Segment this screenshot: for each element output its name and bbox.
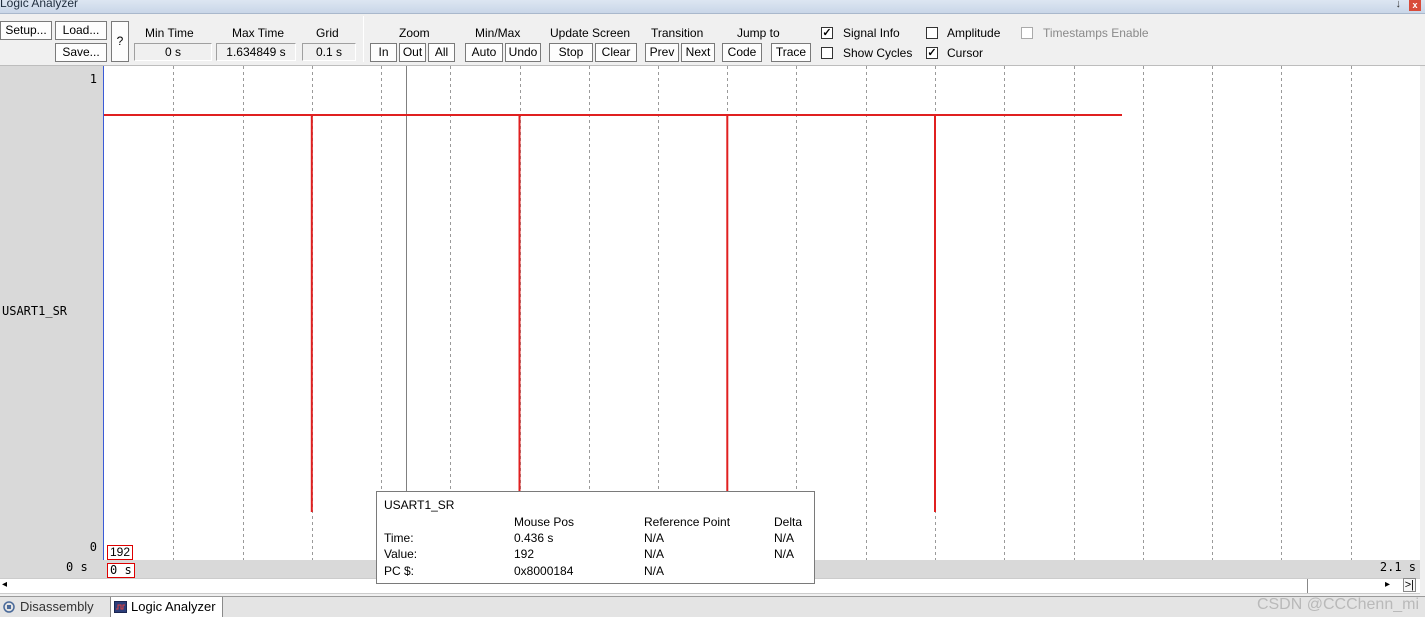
tab-disassembly-label: Disassembly (20, 599, 94, 614)
load-button[interactable]: Load... (55, 21, 107, 40)
tooltip-row-pc: PC $: (384, 564, 415, 578)
window-title: Logic Analyzer (0, 0, 79, 10)
signal-trace (104, 114, 1122, 512)
min-time-value: 0 s (134, 43, 212, 61)
zoom-out-button[interactable]: Out (399, 43, 426, 62)
tooltip-col-ref: Reference Point (644, 515, 731, 529)
jump-code-button[interactable]: Code (722, 43, 762, 62)
setup-button[interactable]: Setup... (0, 21, 52, 40)
tooltip-row-time: Time: (384, 531, 414, 545)
minmax-undo-button[interactable]: Undo (505, 43, 541, 62)
bottom-tab-bar: Disassembly Logic Analyzer (0, 596, 1425, 617)
cursor-checkbox[interactable]: ✓ (926, 47, 938, 59)
tab-logic-analyzer-label: Logic Analyzer (131, 599, 216, 614)
watermark: CSDN @CCChenn_mi (1256, 596, 1419, 613)
show-cycles-label: Show Cycles (843, 46, 913, 60)
update-clear-button[interactable]: Clear (595, 43, 637, 62)
tooltip-mouse-value: 192 (514, 547, 535, 561)
tooltip-signal-name: USART1_SR (384, 498, 455, 512)
disassembly-icon (3, 601, 15, 613)
logic-analyzer-icon (114, 601, 127, 613)
tooltip-ref-time: N/A (644, 531, 665, 545)
transition-label: Transition (651, 26, 704, 40)
min-time-label: Min Time (145, 26, 194, 40)
timestamps-label: Timestamps Enable (1043, 26, 1149, 40)
tooltip-delta-time: N/A (774, 531, 795, 545)
zoom-label: Zoom (399, 26, 430, 40)
help-button[interactable]: ? (111, 21, 129, 62)
transition-next-button[interactable]: Next (681, 43, 715, 62)
tooltip-mouse-pc: 0x8000184 (514, 564, 574, 578)
waveform-canvas[interactable] (104, 66, 1420, 560)
jump-trace-button[interactable]: Trace (771, 43, 811, 62)
cursor-label: Cursor (947, 46, 984, 60)
pin-icon[interactable]: ↓ (1396, 0, 1402, 10)
signal-name-panel: 1 USART1_SR 0 (0, 66, 104, 560)
tooltip-ref-pc: N/A (644, 564, 665, 578)
tooltip-row-value: Value: (384, 547, 418, 561)
amplitude-checkbox[interactable] (926, 27, 938, 39)
tooltip-col-delta: Delta (774, 515, 803, 529)
tooltip-delta-value: N/A (774, 547, 795, 561)
minmax-auto-button[interactable]: Auto (465, 43, 503, 62)
amplitude-label: Amplitude (947, 26, 1001, 40)
timestamps-checkbox (1021, 27, 1033, 39)
signal-info-checkbox[interactable]: ✓ (821, 27, 833, 39)
tooltip-ref-value: N/A (644, 547, 665, 561)
y-axis-max: 1 (89, 72, 97, 86)
signal-info-label: Signal Info (843, 26, 900, 40)
signal-name[interactable]: USART1_SR (2, 304, 67, 318)
jump-to-label: Jump to (737, 26, 780, 40)
max-time-label: Max Time (232, 26, 285, 40)
save-button[interactable]: Save... (55, 43, 107, 62)
show-cycles-checkbox[interactable] (821, 47, 833, 59)
signal-info-tooltip: USART1_SR Mouse Pos Reference Point Delt… (376, 491, 815, 584)
scroll-thumb-edge[interactable] (1307, 579, 1308, 593)
zoom-all-button[interactable]: All (428, 43, 455, 62)
time-axis-start: 0 s (66, 560, 88, 574)
transition-prev-button[interactable]: Prev (645, 43, 679, 62)
update-screen-label: Update Screen (550, 26, 631, 40)
grid-label: Grid (316, 26, 339, 40)
update-stop-button[interactable]: Stop (549, 43, 593, 62)
tab-logic-analyzer[interactable]: Logic Analyzer (110, 597, 223, 617)
tooltip-mouse-time: 0.436 s (514, 531, 554, 545)
waveform-plot[interactable] (104, 66, 1420, 560)
close-icon[interactable]: x (1409, 0, 1421, 11)
minmax-label: Min/Max (475, 26, 521, 40)
max-time-value: 1.634849 s (216, 43, 296, 61)
toolbar-divider (363, 16, 364, 62)
window-title-bar: Logic Analyzer ↓ x (0, 0, 1425, 14)
toolbar: Setup... Load... Save... ? Min Time 0 s … (0, 14, 1425, 66)
scroll-right-icon[interactable]: ▸ (1385, 579, 1390, 590)
time-axis-end: 2.1 s (1379, 560, 1416, 574)
grid-value: 0.1 s (302, 43, 356, 61)
zoom-in-button[interactable]: In (370, 43, 397, 62)
y-axis-min: 0 (89, 540, 97, 554)
cursor-time-label: 0 s (107, 563, 135, 578)
tab-disassembly[interactable]: Disassembly (0, 597, 100, 617)
cursor-value-label: 192 (107, 545, 134, 560)
tooltip-col-mouse: Mouse Pos (514, 515, 575, 529)
scroll-end-button[interactable]: >| (1402, 578, 1416, 592)
scroll-left-icon[interactable]: ◂ (2, 579, 7, 590)
